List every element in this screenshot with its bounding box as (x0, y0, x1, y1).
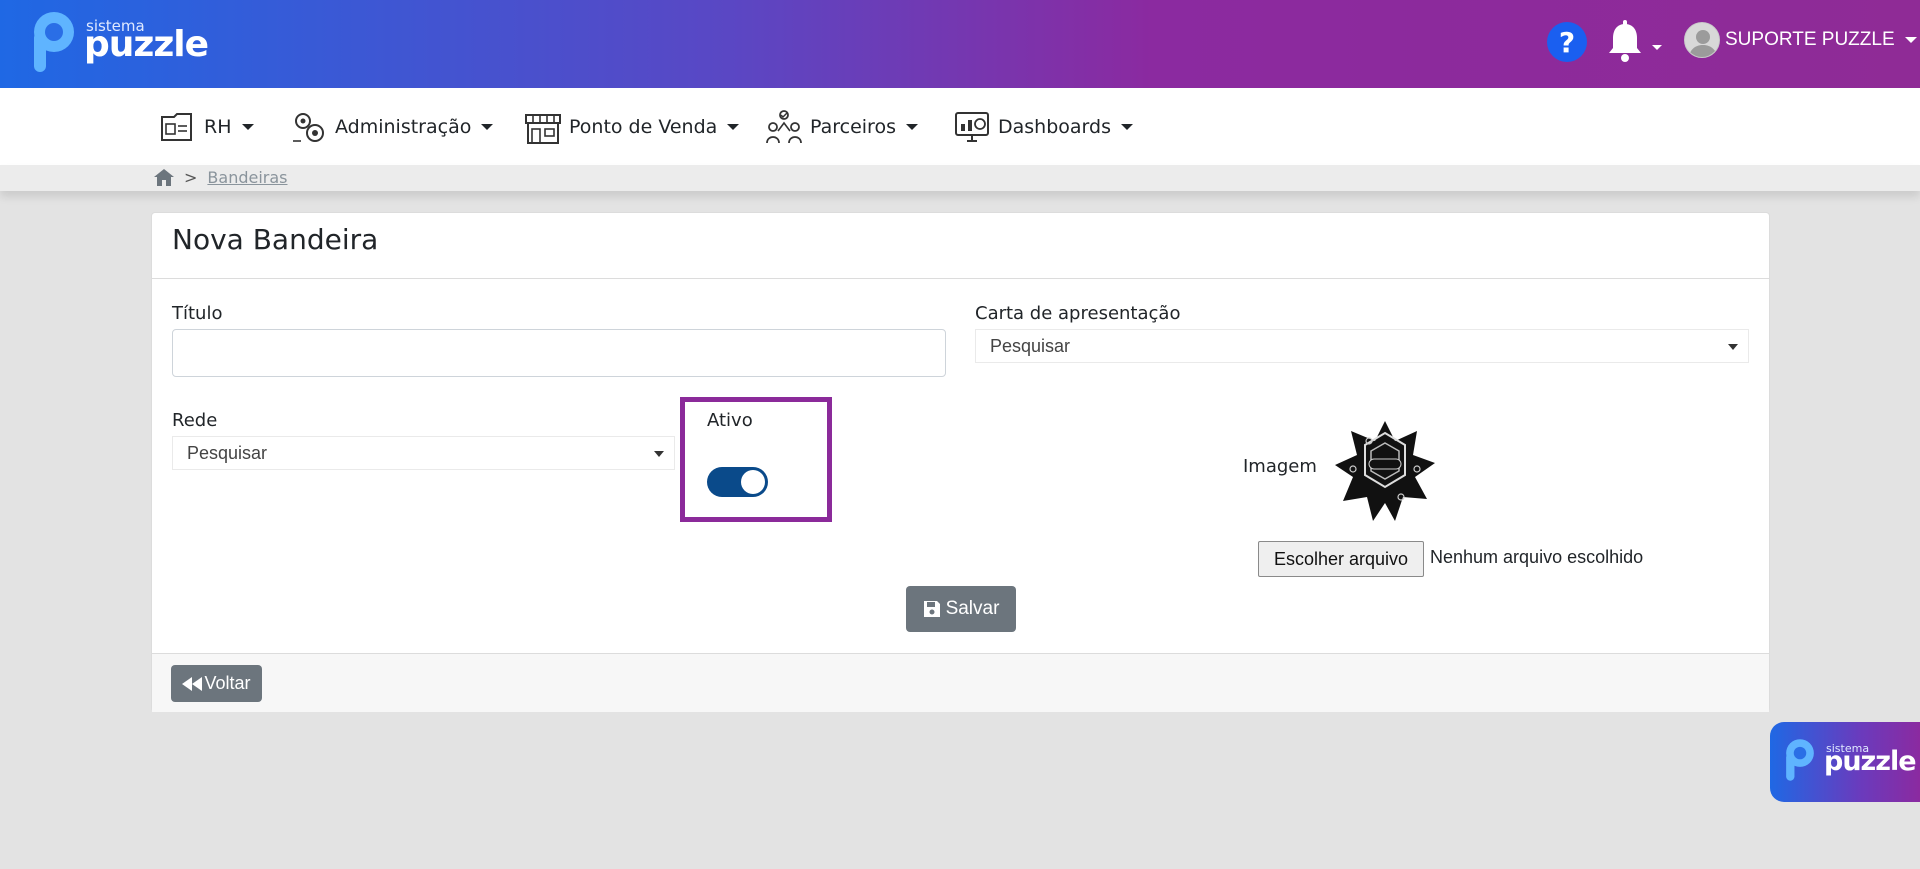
chevron-down-icon (1120, 124, 1133, 130)
breadcrumb-bar: > Bandeiras (0, 165, 1920, 191)
top-header: sistema puzzle ? SUPORTE PUZZLE (0, 0, 1920, 88)
chevron-down-icon (905, 124, 918, 130)
notification-bell-icon[interactable] (1605, 20, 1645, 64)
nav-item-ponto-de-venda[interactable]: Ponto de Venda (523, 105, 740, 149)
puzzle-logo[interactable]: sistema puzzle (28, 8, 209, 76)
nav-item-administracao[interactable]: Administração (289, 105, 494, 149)
titulo-input[interactable] (172, 329, 946, 377)
form-card: Nova Bandeira Título Carta de apresentaç… (151, 212, 1770, 712)
puzzle-logo-mark-icon (1786, 739, 1814, 781)
logo-big-text: puzzle (84, 24, 209, 65)
breadcrumb-link-bandeiras[interactable]: Bandeiras (207, 168, 287, 187)
floppy-disk-icon (923, 601, 940, 617)
save-button[interactable]: Salvar (906, 586, 1016, 632)
card-header: Nova Bandeira (152, 213, 1769, 279)
chevron-down-icon (727, 124, 740, 130)
chevron-down-icon (241, 124, 254, 130)
carta-select[interactable]: Pesquisar (975, 329, 1749, 363)
nav-label: Dashboards (998, 116, 1111, 138)
rede-select[interactable]: Pesquisar (172, 436, 675, 470)
user-menu[interactable]: SUPORTE PUZZLE (1684, 21, 1917, 59)
nav-label: Ponto de Venda (569, 116, 718, 138)
help-icon[interactable]: ? (1547, 22, 1587, 62)
nav-label: RH (204, 116, 232, 138)
home-icon[interactable] (154, 169, 174, 186)
floating-puzzle-logo[interactable]: sistema puzzle (1770, 722, 1920, 802)
hr-folder-icon (161, 113, 192, 141)
user-name: SUPORTE PUZZLE (1725, 29, 1895, 50)
floating-logo-big-text: puzzle (1824, 746, 1917, 777)
imagem-label: Imagem (1243, 456, 1317, 477)
chevron-down-icon[interactable] (1652, 45, 1662, 50)
back-button[interactable]: Voltar (171, 665, 262, 702)
card-footer: Voltar (152, 653, 1769, 712)
main-nav: RH Administração Ponto de Venda Parceiro… (0, 88, 1920, 165)
nav-item-rh[interactable]: RH (158, 105, 254, 149)
chevron-down-icon (654, 451, 664, 457)
choose-file-button[interactable]: Escolher arquivo (1258, 541, 1424, 577)
user-avatar-icon (1689, 30, 1717, 57)
ativo-toggle[interactable] (707, 467, 768, 497)
nav-label: Parceiros (810, 116, 896, 138)
chevron-down-icon (1904, 37, 1917, 43)
carta-label: Carta de apresentação (975, 303, 1181, 324)
admin-gears-icon (293, 113, 324, 142)
nav-item-dashboards[interactable]: Dashboards (952, 105, 1133, 149)
ativo-highlight-box (680, 397, 832, 522)
back-label: Voltar (204, 673, 251, 693)
page-title: Nova Bandeira (172, 223, 379, 256)
store-icon (525, 114, 561, 144)
toggle-knob (741, 470, 765, 494)
file-status-text: Nenhum arquivo escolhido (1430, 547, 1644, 567)
avatar (1684, 22, 1720, 58)
breadcrumb: > Bandeiras (154, 168, 288, 187)
ativo-label: Ativo (707, 410, 753, 431)
nav-item-parceiros[interactable]: Parceiros (764, 105, 918, 149)
partners-icon (766, 110, 802, 144)
titulo-label: Título (172, 303, 223, 324)
breadcrumb-separator: > (184, 168, 198, 187)
carta-select-value: Pesquisar (990, 335, 1071, 356)
brand-image-preview (1335, 421, 1435, 521)
rede-label: Rede (172, 410, 218, 431)
puzzle-logo-mark-icon (34, 12, 74, 72)
chevron-down-icon (481, 124, 494, 130)
dashboard-monitor-icon (955, 112, 989, 142)
backward-icon (182, 676, 203, 691)
save-label: Salvar (945, 598, 1000, 619)
rede-select-value: Pesquisar (187, 442, 268, 463)
chevron-down-icon (1728, 344, 1738, 350)
nav-label: Administração (335, 116, 472, 138)
